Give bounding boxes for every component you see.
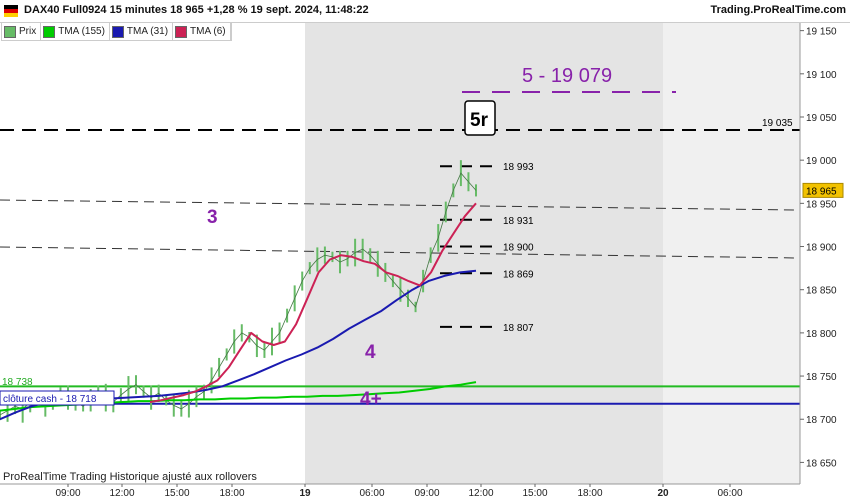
x-tick-label: 09:00: [55, 488, 80, 499]
wave-label-4-plus: 4+: [360, 389, 382, 410]
level-marker-label: 18 807: [503, 323, 534, 334]
wave-label-3: 3: [207, 207, 218, 228]
tma-155-line: [0, 381, 477, 412]
x-tick-label: 18:00: [577, 488, 602, 499]
x-tick-label: 06:00: [717, 488, 742, 499]
current-price-label: 18 965: [806, 186, 837, 197]
level-label: 19 035: [762, 118, 793, 129]
legend-swatch-icon: [175, 25, 188, 38]
legend-label: TMA (155): [58, 26, 105, 37]
session-shade: [663, 22, 800, 484]
y-tick-label: 18 750: [806, 372, 837, 383]
plot-background: [0, 22, 800, 484]
legend-label: Prix: [19, 26, 37, 37]
legend-swatch-icon: [111, 25, 124, 38]
session-shade: [305, 22, 663, 484]
trend-line-upper: [0, 199, 799, 211]
y-tick-label: 18 850: [806, 286, 837, 297]
tma-31-line: [0, 269, 477, 421]
x-tick-label: 20: [657, 488, 669, 499]
y-tick-label: 19 000: [806, 156, 837, 167]
level-marker-label: 18 931: [503, 216, 534, 227]
legend-swatch-icon: [43, 25, 56, 38]
legend-label: TMA (6): [190, 26, 226, 37]
x-tick-label: 12:00: [109, 488, 134, 499]
cash-close-label: clôture cash - 18 718: [3, 394, 97, 405]
y-tick-label: 19 050: [806, 113, 837, 124]
x-tick-label: 12:00: [468, 488, 493, 499]
legend-item-tma-155[interactable]: TMA (155): [41, 23, 110, 40]
x-axis-band: [0, 484, 850, 500]
y-axis-band: [800, 22, 850, 484]
level-marker-label: 18 869: [503, 269, 534, 280]
current-price-tag: [802, 182, 844, 198]
trend-line-lower: [0, 246, 799, 259]
x-tick-label: 09:00: [414, 488, 439, 499]
y-tick-label: 18 900: [806, 243, 837, 254]
legend-item-tma-6[interactable]: TMA (6): [173, 23, 231, 40]
brand-label: Trading.ProRealTime.com: [710, 4, 846, 16]
price-chart[interactable]: 19 035 5 - 19 079 18 738 clôture cash - 18 …: [0, 0, 850, 500]
x-tick-label: 15:00: [164, 488, 189, 499]
wave-5r-box: [464, 100, 496, 136]
tma-6-line: [149, 202, 477, 403]
y-tick-label: 18 700: [806, 415, 837, 426]
chart-title: DAX40 Full0924 15 minutes 18 965 +1,28 %…: [24, 4, 369, 16]
x-tick-label: 06:00: [359, 488, 384, 499]
level-marker-label: 18 900: [503, 243, 534, 254]
germany-flag-icon: [4, 5, 18, 17]
wave-label-5r: 5r: [470, 110, 489, 131]
x-tick-label: 15:00: [522, 488, 547, 499]
indicator-legend: Prix TMA (155) TMA (31) TMA (6): [1, 22, 232, 41]
x-tick-label: 18:00: [219, 488, 244, 499]
x-tick-label: 19: [299, 488, 311, 499]
y-tick-label: 18 800: [806, 329, 837, 340]
legend-item-prix[interactable]: Prix: [2, 23, 42, 40]
legend-swatch-icon: [4, 25, 16, 38]
level-marker-label: 18 993: [503, 162, 534, 173]
legend-label: TMA (31): [126, 26, 169, 37]
price-line: [0, 172, 477, 416]
title-bar: DAX40 Full0924 15 minutes 18 965 +1,28 %…: [0, 0, 850, 23]
wave-label-4: 4: [365, 342, 376, 363]
y-tick-label: 19 100: [806, 70, 837, 81]
y-tick-label: 19 150: [806, 27, 837, 38]
y-tick-label: 18 950: [806, 199, 837, 210]
cash-close-box: [0, 390, 115, 406]
target-label: 5 - 19 079: [522, 65, 612, 87]
level-label: 18 738: [2, 377, 33, 388]
y-tick-label: 18 650: [806, 458, 837, 469]
footer-note: ProRealTime Trading Historique ajusté au…: [3, 471, 257, 483]
legend-item-tma-31[interactable]: TMA (31): [110, 23, 174, 40]
